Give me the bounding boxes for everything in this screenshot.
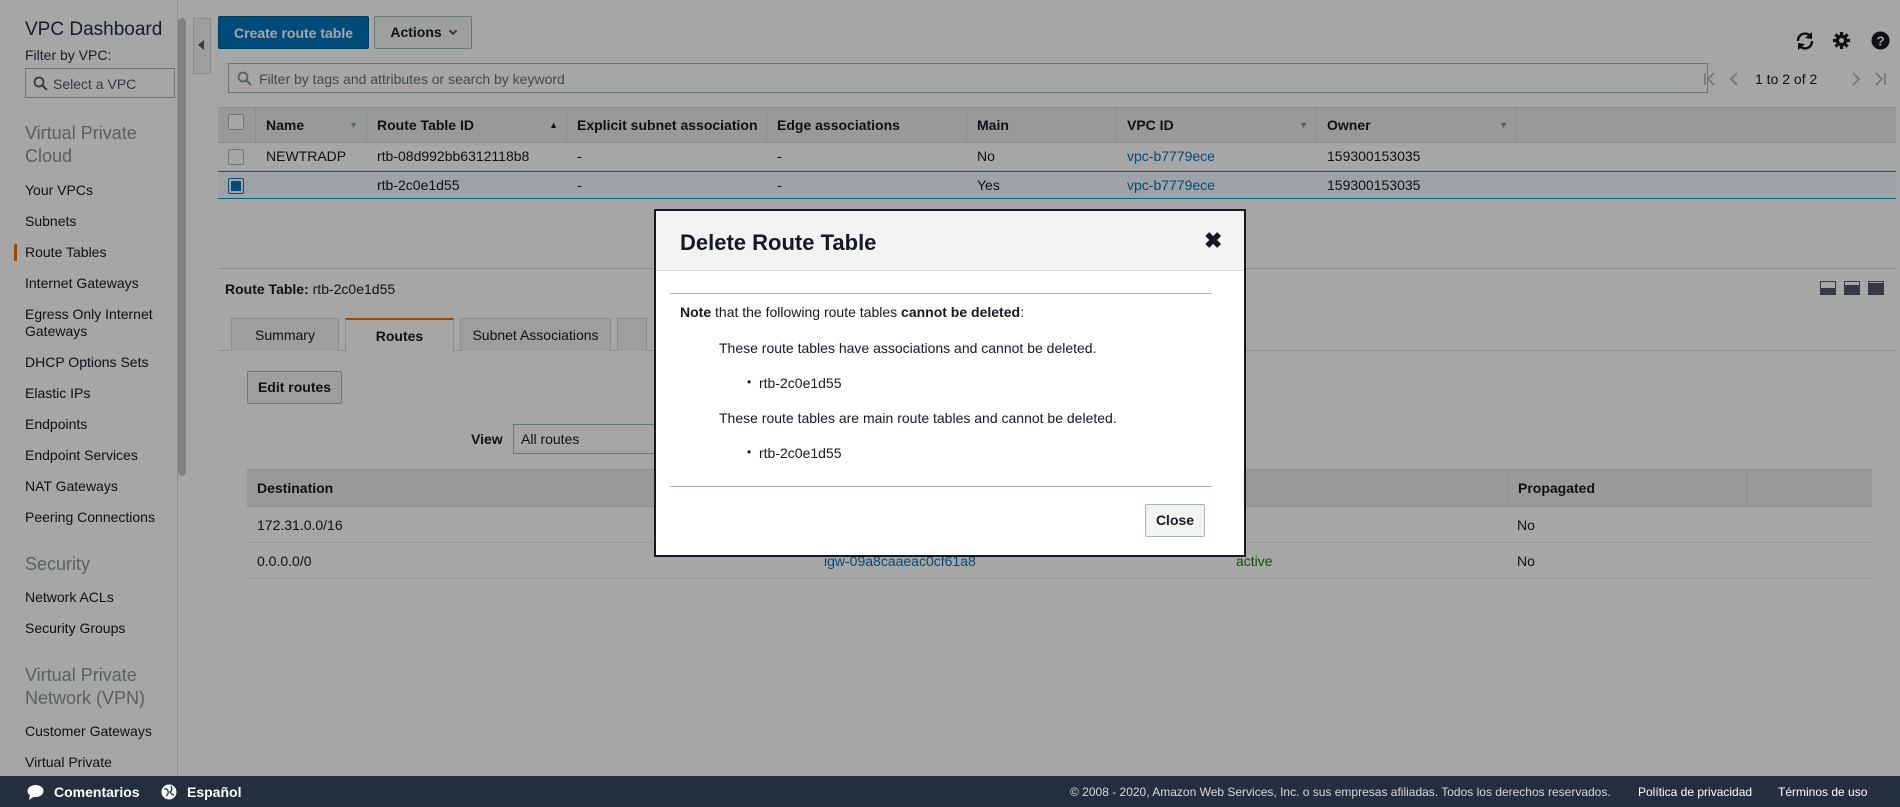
divider <box>670 293 1212 294</box>
copyright-text: © 2008 - 2020, Amazon Web Services, Inc.… <box>1070 785 1611 799</box>
list-item: rtb-2c0e1d55 <box>747 375 841 391</box>
close-icon[interactable]: ✖ <box>1204 228 1222 254</box>
language-selector[interactable]: Español <box>187 784 241 800</box>
speech-bubble-icon <box>27 785 44 800</box>
footer: Comentarios Español © 2008 - 2020, Amazo… <box>0 776 1900 807</box>
main-route-tables-message: These route tables are main route tables… <box>719 410 1117 426</box>
dialog-note: Note that the following route tables can… <box>680 304 1024 320</box>
dialog-header: Delete Route Table ✖ <box>656 211 1244 271</box>
dialog-title: Delete Route Table <box>680 230 877 255</box>
divider <box>670 486 1212 487</box>
associations-message: These route tables have associations and… <box>719 340 1097 356</box>
list-item: rtb-2c0e1d55 <box>747 445 841 461</box>
close-button[interactable]: Close <box>1145 504 1205 537</box>
delete-route-table-dialog: Delete Route Table ✖ Note that the follo… <box>654 209 1246 557</box>
terms-link[interactable]: Términos de uso <box>1778 785 1867 799</box>
feedback-link[interactable]: Comentarios <box>54 784 140 800</box>
globe-icon <box>161 784 177 800</box>
privacy-link[interactable]: Política de privacidad <box>1638 785 1752 799</box>
